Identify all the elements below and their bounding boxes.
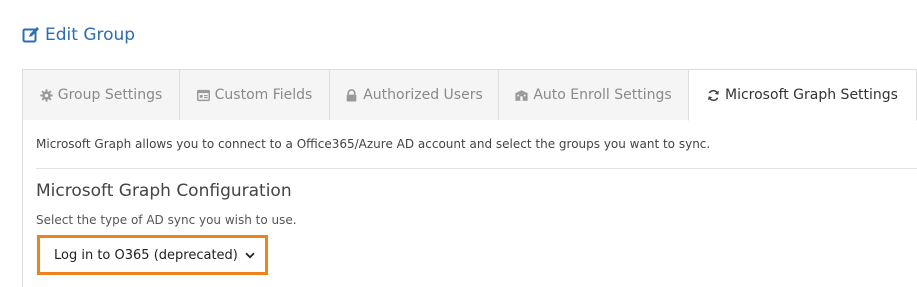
tab-microsoft-graph-settings[interactable]: Microsoft Graph Settings (688, 69, 917, 121)
ad-sync-type-value: Log in to O365 (deprecated) (54, 247, 238, 263)
tab-label: Custom Fields (214, 87, 313, 103)
id-card-icon (196, 89, 210, 101)
help-text: Select the type of AD sync you wish to u… (36, 213, 297, 227)
tab-custom-fields[interactable]: Custom Fields (179, 69, 329, 120)
divider (36, 168, 917, 169)
tab-auto-enroll-settings[interactable]: Auto Enroll Settings (498, 69, 688, 120)
refresh-icon (708, 89, 719, 101)
chevron-down-icon (245, 252, 255, 258)
tab-label: Group Settings (57, 87, 163, 103)
section-title: Microsoft Graph Configuration (36, 181, 292, 201)
page-title: Edit Group (22, 22, 135, 48)
intro-text: Microsoft Graph allows you to connect to… (36, 137, 711, 151)
tab-label: Authorized Users (363, 87, 483, 103)
tab-group-settings[interactable]: Group Settings (22, 69, 179, 120)
tab-label: Microsoft Graph Settings (725, 87, 898, 103)
settings-tabs: Group Settings Custom Fields Authorized … (22, 69, 917, 121)
ad-sync-type-select[interactable]: Log in to O365 (deprecated) (37, 235, 268, 275)
edit-icon (22, 27, 39, 43)
microsoft-graph-panel: Microsoft Graph allows you to connect to… (22, 120, 917, 287)
lock-icon (346, 88, 357, 101)
page-title-text: Edit Group (45, 25, 136, 45)
building-icon (515, 89, 528, 101)
tab-authorized-users[interactable]: Authorized Users (329, 69, 498, 120)
gear-icon (40, 88, 53, 102)
edit-group-page: Edit Group Group Settings Custom Fields … (0, 0, 917, 287)
tab-label: Auto Enroll Settings (533, 87, 672, 103)
